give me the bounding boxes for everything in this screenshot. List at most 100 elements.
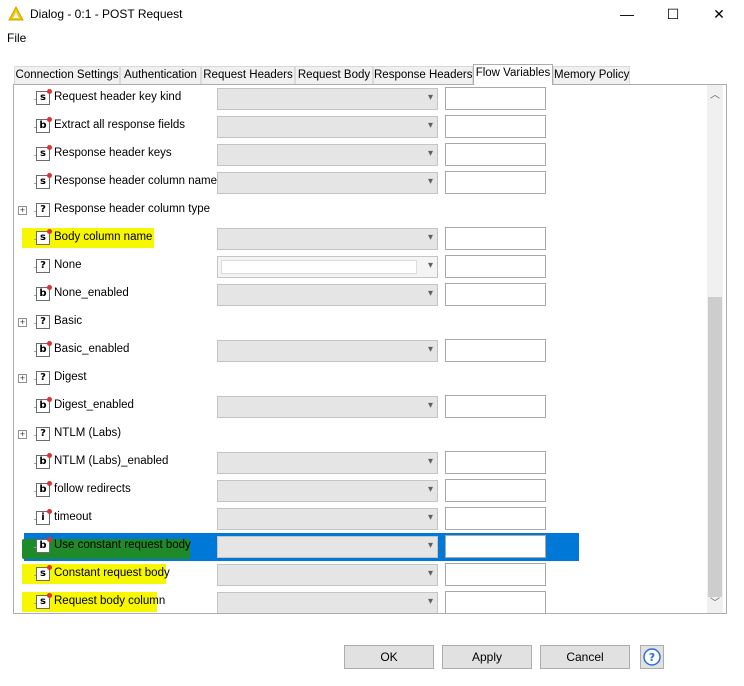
minimize-button[interactable]: — — [604, 0, 650, 28]
variable-row[interactable]: i timeout ▾ — [14, 505, 714, 533]
expand-icon[interactable]: + — [18, 318, 27, 327]
variable-row[interactable]: s Body column name ▾ — [14, 225, 714, 253]
variable-row[interactable]: s Response header keys ▾ — [14, 141, 714, 169]
variable-row[interactable]: b follow redirects ▾ — [14, 477, 714, 505]
variable-row[interactable]: +? Basic — [14, 309, 714, 337]
unknown-variable-icon: ? — [36, 427, 50, 441]
variable-row[interactable]: s Request body column ▾ — [14, 589, 714, 613]
variable-name-field[interactable] — [445, 227, 546, 250]
variable-name-field[interactable] — [445, 451, 546, 474]
variable-select[interactable]: ▾ — [217, 508, 438, 530]
variable-name-field[interactable] — [445, 143, 546, 166]
variable-select[interactable]: ▾ — [217, 564, 438, 586]
variable-name-field[interactable] — [445, 507, 546, 530]
variable-name-field[interactable] — [445, 171, 546, 194]
string-variable-icon: s — [36, 89, 52, 105]
variable-row[interactable]: +? NTLM (Labs) — [14, 421, 714, 449]
variable-label: Digest — [54, 371, 87, 383]
string-variable-icon: s — [36, 229, 52, 245]
apply-button[interactable]: Apply — [442, 645, 532, 669]
variable-row[interactable]: b None_enabled ▾ — [14, 281, 714, 309]
variable-row[interactable]: b Extract all response fields ▾ — [14, 113, 714, 141]
variable-select[interactable]: ▾ — [217, 256, 438, 278]
svg-text:?: ? — [649, 651, 655, 664]
variable-label: Basic — [54, 315, 83, 327]
scroll-down-icon[interactable]: ﹀ — [707, 596, 723, 612]
variable-name-field[interactable] — [445, 591, 546, 613]
variable-select[interactable]: ▾ — [217, 480, 438, 502]
variable-label: NTLM (Labs) — [54, 427, 122, 439]
variable-name-field[interactable] — [445, 535, 546, 558]
variable-label: timeout — [54, 511, 92, 523]
variable-select[interactable]: ▾ — [217, 340, 438, 362]
chevron-down-icon: ▾ — [427, 596, 433, 607]
variable-label: NTLM (Labs)_enabled — [54, 455, 169, 467]
tab-response-headers[interactable]: Response Headers — [373, 66, 473, 84]
variable-select[interactable]: ▾ — [217, 452, 438, 474]
tab-memory-policy[interactable]: Memory Policy — [553, 66, 630, 84]
tab-label: Request Headers — [203, 69, 293, 81]
variable-select[interactable]: ▾ — [217, 284, 438, 306]
variable-label: Body column name — [54, 231, 153, 243]
minimize-icon: — — [620, 6, 634, 22]
variable-label: Extract all response fields — [54, 119, 186, 131]
unknown-variable-icon: ? — [36, 203, 50, 217]
variable-name-field[interactable] — [445, 339, 546, 362]
scroll-up-icon[interactable]: ︿ — [707, 88, 723, 104]
variable-name-field[interactable] — [445, 563, 546, 586]
expand-icon[interactable]: + — [18, 374, 27, 383]
variable-row[interactable]: b NTLM (Labs)_enabled ▾ — [14, 449, 714, 477]
tab-connection-settings[interactable]: Connection Settings — [14, 66, 120, 84]
variable-select[interactable]: ▾ — [217, 144, 438, 166]
close-button[interactable]: ✕ — [696, 0, 742, 28]
string-variable-icon: s — [36, 173, 52, 189]
ok-button[interactable]: OK — [344, 645, 434, 669]
variable-name-field[interactable] — [445, 115, 546, 138]
tab-flow-variables[interactable]: Flow Variables — [473, 64, 553, 85]
unknown-variable-icon: ? — [36, 315, 50, 329]
variable-row[interactable]: +? Digest — [14, 365, 714, 393]
menu-file[interactable]: File — [7, 31, 26, 45]
variable-row[interactable]: s Constant request body ▾ — [14, 561, 714, 589]
variable-select[interactable]: ▾ — [217, 536, 438, 558]
tab-request-body[interactable]: Request Body — [295, 66, 373, 84]
variable-row[interactable]: b Basic_enabled ▾ — [14, 337, 714, 365]
variable-name-field[interactable] — [445, 283, 546, 306]
variable-select[interactable]: ▾ — [217, 228, 438, 250]
variable-row[interactable]: s Response header column name ▾ — [14, 169, 714, 197]
variable-select[interactable]: ▾ — [217, 592, 438, 613]
variable-select[interactable]: ▾ — [217, 172, 438, 194]
variable-label: Constant request body — [54, 567, 170, 579]
boolean-variable-icon: b — [36, 285, 52, 301]
variable-name-field[interactable] — [445, 255, 546, 278]
variable-select[interactable]: ▾ — [217, 396, 438, 418]
variable-select[interactable]: ▾ — [217, 116, 438, 138]
variable-row[interactable]: ? None ▾ — [14, 253, 714, 281]
expand-icon[interactable]: + — [18, 206, 27, 215]
title-bar: Dialog - 0:1 - POST Request — ☐ ✕ — [0, 0, 744, 28]
variable-name-field[interactable] — [445, 395, 546, 418]
variable-select[interactable]: ▾ — [217, 88, 438, 110]
cancel-button[interactable]: Cancel — [540, 645, 630, 669]
tab-bar: Connection Settings Authentication Reque… — [14, 64, 734, 85]
chevron-down-icon: ▾ — [427, 456, 433, 467]
variable-row[interactable]: b Digest_enabled ▾ — [14, 393, 714, 421]
variable-row[interactable]: b Use constant request body ▾ — [14, 533, 714, 561]
variable-row[interactable]: s Request header key kind ▾ — [14, 85, 714, 113]
string-variable-icon: s — [36, 565, 52, 581]
variable-name-field[interactable] — [445, 87, 546, 110]
expand-icon[interactable]: + — [18, 430, 27, 439]
maximize-button[interactable]: ☐ — [650, 0, 696, 28]
menu-bar: File — [0, 28, 744, 48]
chevron-down-icon: ▾ — [427, 260, 433, 271]
boolean-variable-icon: b — [36, 481, 52, 497]
tab-request-headers[interactable]: Request Headers — [201, 66, 295, 84]
variable-label: Response header column name — [54, 175, 218, 187]
chevron-down-icon: ▾ — [427, 568, 433, 579]
variable-name-field[interactable] — [445, 479, 546, 502]
tab-authentication[interactable]: Authentication — [120, 66, 201, 84]
help-button[interactable]: ? — [640, 645, 664, 669]
vertical-scrollbar[interactable]: ︿ ﹀ — [707, 85, 723, 613]
scrollbar-thumb[interactable] — [708, 297, 722, 597]
variable-row[interactable]: +? Response header column type — [14, 197, 714, 225]
